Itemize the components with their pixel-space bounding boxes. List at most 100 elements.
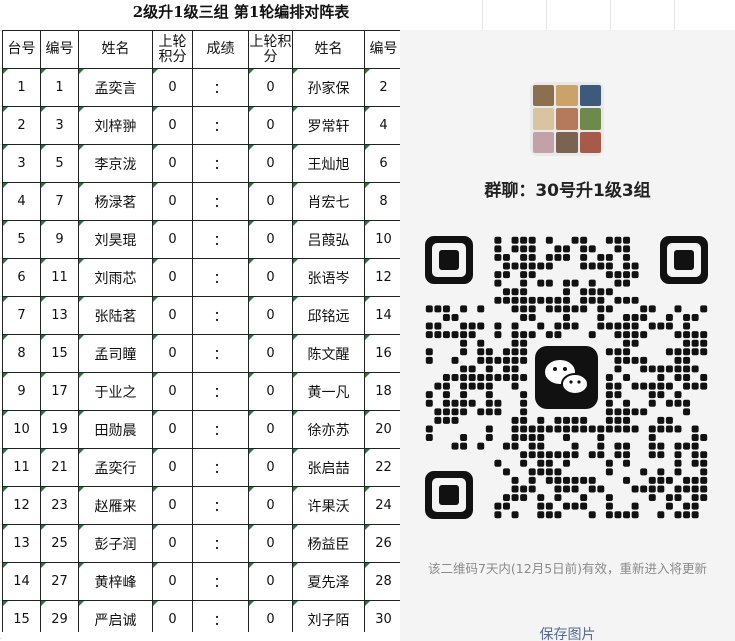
cell-id-1[interactable]: 7 xyxy=(40,182,79,221)
cell-name-1[interactable]: 赵雁来 xyxy=(78,486,153,525)
header-id-2[interactable]: 编号 xyxy=(364,30,403,69)
cell-result[interactable]: ： xyxy=(192,258,249,297)
cell-id-1[interactable]: 23 xyxy=(40,486,79,525)
cell-name-1[interactable]: 田勋晨 xyxy=(78,410,153,449)
cell-id-2[interactable]: 20 xyxy=(364,410,403,449)
cell-name-2[interactable]: 肖宏七 xyxy=(292,182,365,221)
cell-name-1[interactable]: 刘昊琨 xyxy=(78,220,153,259)
cell-name-1[interactable]: 孟奕言 xyxy=(78,68,153,107)
cell-points-1[interactable]: 0 xyxy=(152,258,193,297)
cell-points-1[interactable]: 0 xyxy=(152,562,193,601)
header-result[interactable]: 成绩 xyxy=(192,30,249,69)
cell-points-1[interactable]: 0 xyxy=(152,448,193,487)
cell-result[interactable]: ： xyxy=(192,448,249,487)
cell-points-2[interactable]: 0 xyxy=(248,106,293,145)
cell-name-2[interactable]: 孙家保 xyxy=(292,68,365,107)
cell-id-1[interactable]: 19 xyxy=(40,410,79,449)
cell-name-2[interactable]: 罗常轩 xyxy=(292,106,365,145)
cell-result[interactable]: ： xyxy=(192,182,249,221)
cell-id-2[interactable]: 12 xyxy=(364,258,403,297)
cell-points-1[interactable]: 0 xyxy=(152,486,193,525)
cell-name-1[interactable]: 杨渌茗 xyxy=(78,182,153,221)
cell-name-1[interactable]: 张陆茗 xyxy=(78,296,153,335)
cell-result[interactable]: ： xyxy=(192,372,249,411)
cell-id-1[interactable]: 27 xyxy=(40,562,79,601)
cell-id-2[interactable]: 14 xyxy=(364,296,403,335)
cell-name-1[interactable]: 彭子润 xyxy=(78,524,153,563)
cell-points-1[interactable]: 0 xyxy=(152,220,193,259)
cell-points-2[interactable]: 0 xyxy=(248,562,293,601)
cell-id-1[interactable]: 17 xyxy=(40,372,79,411)
cell-points-2[interactable]: 0 xyxy=(248,524,293,563)
cell-points-1[interactable]: 0 xyxy=(152,68,193,107)
cell-name-2[interactable]: 黄一凡 xyxy=(292,372,365,411)
cell-table-no[interactable]: 2 xyxy=(2,106,41,145)
cell-result[interactable]: ： xyxy=(192,68,249,107)
cell-points-2[interactable]: 0 xyxy=(248,334,293,373)
cell-points-1[interactable]: 0 xyxy=(152,372,193,411)
cell-name-1[interactable]: 黄梓峰 xyxy=(78,562,153,601)
cell-result[interactable]: ： xyxy=(192,524,249,563)
cell-points-2[interactable]: 0 xyxy=(248,68,293,107)
cell-result[interactable]: ： xyxy=(192,486,249,525)
cell-points-1[interactable]: 0 xyxy=(152,334,193,373)
cell-name-2[interactable]: 张启喆 xyxy=(292,448,365,487)
cell-id-1[interactable]: 13 xyxy=(40,296,79,335)
cell-points-2[interactable]: 0 xyxy=(248,410,293,449)
cell-id-2[interactable]: 4 xyxy=(364,106,403,145)
cell-table-no[interactable]: 14 xyxy=(2,562,41,601)
cell-table-no[interactable]: 6 xyxy=(2,258,41,297)
cell-id-2[interactable]: 18 xyxy=(364,372,403,411)
cell-table-no[interactable]: 3 xyxy=(2,144,41,183)
cell-id-1[interactable]: 5 xyxy=(40,144,79,183)
cell-points-2[interactable]: 0 xyxy=(248,372,293,411)
header-id-1[interactable]: 编号 xyxy=(40,30,79,69)
cell-id-2[interactable]: 26 xyxy=(364,524,403,563)
cell-name-1[interactable]: 李京泷 xyxy=(78,144,153,183)
cell-name-2[interactable]: 吕葭弘 xyxy=(292,220,365,259)
cell-points-2[interactable]: 0 xyxy=(248,258,293,297)
cell-table-no[interactable]: 1 xyxy=(2,68,41,107)
cell-name-1[interactable]: 刘梓翀 xyxy=(78,106,153,145)
cell-points-1[interactable]: 0 xyxy=(152,182,193,221)
cell-points-2[interactable]: 0 xyxy=(248,296,293,335)
header-table-no[interactable]: 台号 xyxy=(2,30,41,69)
cell-name-2[interactable]: 杨益臣 xyxy=(292,524,365,563)
cell-id-2[interactable]: 2 xyxy=(364,68,403,107)
cell-table-no[interactable]: 10 xyxy=(2,410,41,449)
cell-name-1[interactable]: 于业之 xyxy=(78,372,153,411)
cell-points-1[interactable]: 0 xyxy=(152,296,193,335)
cell-table-no[interactable]: 11 xyxy=(2,448,41,487)
cell-points-2[interactable]: 0 xyxy=(248,448,293,487)
cell-result[interactable]: ： xyxy=(192,144,249,183)
cell-table-no[interactable]: 5 xyxy=(2,220,41,259)
cell-name-1[interactable]: 刘雨芯 xyxy=(78,258,153,297)
save-image-link[interactable]: 保存图片 xyxy=(400,624,735,641)
cell-id-1[interactable]: 9 xyxy=(40,220,79,259)
cell-name-1[interactable]: 孟司瞳 xyxy=(78,334,153,373)
cell-result[interactable]: ： xyxy=(192,106,249,145)
cell-table-no[interactable]: 8 xyxy=(2,334,41,373)
cell-result[interactable]: ： xyxy=(192,562,249,601)
header-points-1[interactable]: 上轮积分 xyxy=(152,30,193,69)
header-points-2[interactable]: 上轮积分 xyxy=(248,30,293,69)
cell-name-2[interactable]: 夏先泽 xyxy=(292,562,365,601)
cell-id-1[interactable]: 25 xyxy=(40,524,79,563)
cell-name-2[interactable]: 徐亦苏 xyxy=(292,410,365,449)
cell-table-no[interactable]: 9 xyxy=(2,372,41,411)
cell-points-1[interactable]: 0 xyxy=(152,410,193,449)
cell-id-2[interactable]: 24 xyxy=(364,486,403,525)
cell-result[interactable]: ： xyxy=(192,296,249,335)
cell-result[interactable]: ： xyxy=(192,334,249,373)
cell-id-1[interactable]: 15 xyxy=(40,334,79,373)
cell-points-1[interactable]: 0 xyxy=(152,144,193,183)
cell-table-no[interactable]: 4 xyxy=(2,182,41,221)
cell-points-2[interactable]: 0 xyxy=(248,182,293,221)
cell-id-1[interactable]: 3 xyxy=(40,106,79,145)
header-name-1[interactable]: 姓名 xyxy=(78,30,153,69)
cell-table-no[interactable]: 12 xyxy=(2,486,41,525)
cell-id-2[interactable]: 8 xyxy=(364,182,403,221)
cell-id-1[interactable]: 1 xyxy=(40,68,79,107)
cell-id-2[interactable]: 10 xyxy=(364,220,403,259)
cell-name-2[interactable]: 陈文醒 xyxy=(292,334,365,373)
